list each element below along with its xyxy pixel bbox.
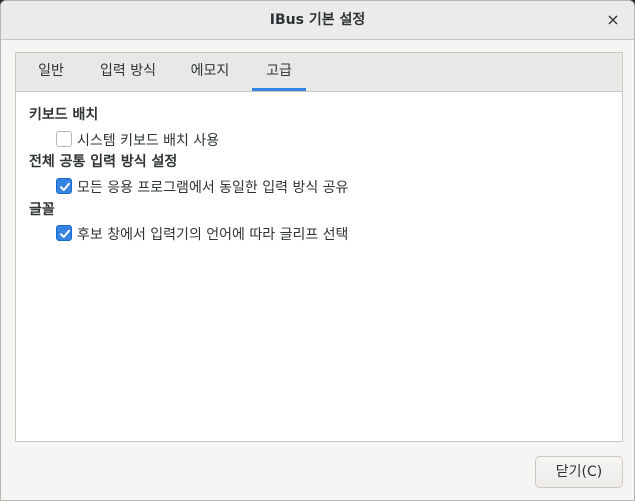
section-title-global-input-method: 전체 공통 입력 방식 설정 <box>29 154 178 170</box>
titlebar: IBus 기본 설정 × <box>1 1 634 40</box>
settings-notebook: 일반 입력 방식 에모지 고급 키보드 배치 시스템 키보드 배치 사용 전체 … <box>15 52 623 442</box>
share-input-method-checkbox[interactable] <box>56 178 72 194</box>
window-title: IBus 기본 설정 <box>269 12 366 28</box>
tab-general[interactable]: 일반 <box>28 53 74 90</box>
checkmark-icon <box>60 182 70 191</box>
section-title-font: 글꼴 <box>29 202 55 218</box>
glyph-by-language-checkbox[interactable] <box>56 225 72 241</box>
section-title-keyboard-layout: 키보드 배치 <box>29 107 99 123</box>
use-system-keyboard-layout-label: 시스템 키보드 배치 사용 <box>77 133 220 149</box>
checkmark-icon <box>60 229 70 238</box>
tab-advanced[interactable]: 고급 <box>252 53 306 91</box>
tab-emoji[interactable]: 에모지 <box>180 53 240 90</box>
tab-input-method[interactable]: 입력 방식 <box>89 53 167 90</box>
tab-bar: 일반 입력 방식 에모지 고급 <box>16 53 622 92</box>
close-button[interactable]: 닫기(C) <box>535 456 623 488</box>
close-icon[interactable]: × <box>600 7 626 33</box>
glyph-by-language-label: 후보 창에서 입력기의 언어에 따라 글리프 선택 <box>77 227 349 243</box>
share-input-method-label: 모든 응용 프로그램에서 동일한 입력 방식 공유 <box>77 180 349 196</box>
use-system-keyboard-layout-checkbox[interactable] <box>56 131 72 147</box>
preferences-window: IBus 기본 설정 × 일반 입력 방식 에모지 고급 키보드 배치 시스템 … <box>0 0 635 501</box>
